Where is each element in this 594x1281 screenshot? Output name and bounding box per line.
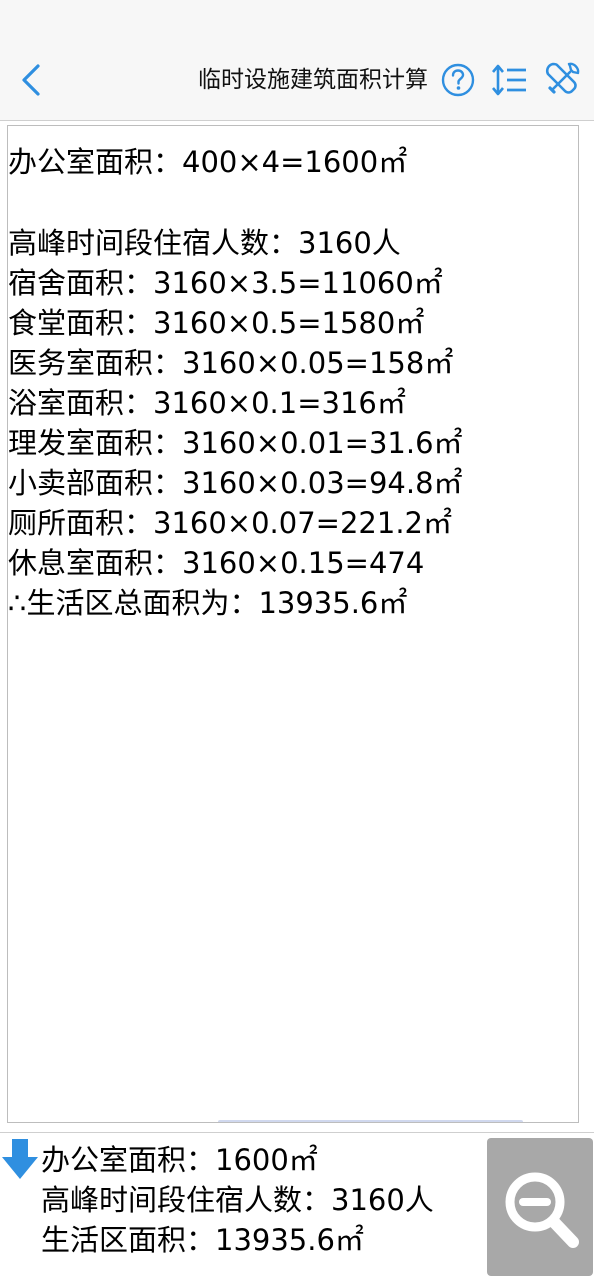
zoom-out-button[interactable] (487, 1138, 593, 1276)
result-line: 宿舍面积：3160×3.5=11060㎡ (8, 266, 443, 300)
summary-peak-residents: 高峰时间段住宿人数：3160人 (41, 1183, 434, 1217)
result-line: 高峰时间段住宿人数：3160人 (8, 226, 401, 260)
result-text-area[interactable]: 办公室面积：400×4=1600㎡ 高峰时间段住宿人数：3160人 宿舍面积：3… (7, 125, 579, 1123)
help-icon[interactable] (438, 60, 478, 100)
result-line: 办公室面积：400×4=1600㎡ (8, 145, 408, 179)
back-icon[interactable] (14, 60, 48, 100)
zoom-out-icon (505, 1172, 579, 1248)
scroll-indicator[interactable] (218, 1120, 523, 1122)
page-title: 临时设施建筑面积计算 (198, 67, 428, 93)
result-line: 休息室面积：3160×0.15=474 (8, 546, 425, 580)
result-line: 医务室面积：3160×0.05=158㎡ (8, 346, 454, 380)
result-line: 厕所面积：3160×0.07=221.2㎡ (8, 506, 452, 540)
summary-living-area: 生活区面积：13935.6㎡ (41, 1223, 364, 1257)
sort-icon[interactable] (490, 60, 530, 100)
result-line-blank (8, 182, 578, 223)
summary-office-area: 办公室面积：1600㎡ (41, 1143, 318, 1177)
nav-bar: 临时设施建筑面积计算 (0, 0, 594, 121)
summary-lines: 办公室面积：1600㎡ 高峰时间段住宿人数：3160人 生活区面积：13935.… (41, 1140, 434, 1260)
result-line: 小卖部面积：3160×0.03=94.8㎡ (8, 466, 463, 500)
result-line: 理发室面积：3160×0.01=31.6㎡ (8, 426, 463, 460)
result-line: 浴室面积：3160×0.1=316㎡ (8, 386, 406, 420)
arrow-down-icon (2, 1139, 38, 1179)
result-line: 食堂面积：3160×0.5=1580㎡ (8, 306, 425, 340)
result-line: ∴生活区总面积为：13935.6㎡ (8, 586, 408, 620)
result-lines: 办公室面积：400×4=1600㎡ 高峰时间段住宿人数：3160人 宿舍面积：3… (8, 142, 578, 623)
summary-panel: 办公室面积：1600㎡ 高峰时间段住宿人数：3160人 生活区面积：13935.… (0, 1132, 594, 1281)
tools-icon[interactable] (543, 60, 583, 100)
